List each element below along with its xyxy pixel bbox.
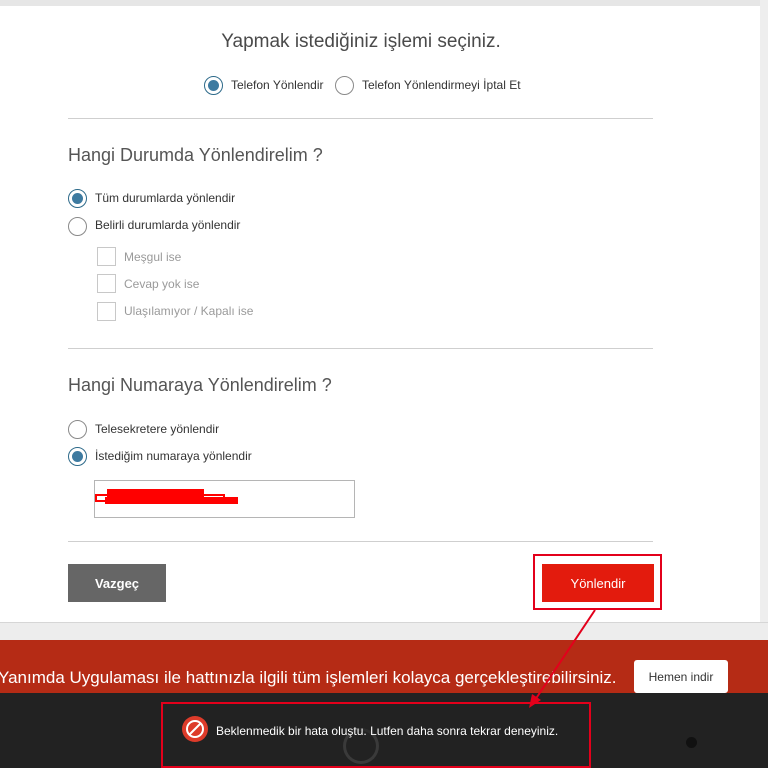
radio-belirli-durumlar[interactable]	[68, 217, 87, 236]
cancel-button[interactable]: Vazgeç	[68, 564, 166, 602]
section-title-condition: Hangi Durumda Yönlendirelim ?	[68, 145, 323, 165]
radio-yonlendirme-iptal[interactable]	[335, 76, 354, 95]
dot-icon	[686, 737, 697, 748]
radio-istedigim-numara[interactable]	[68, 447, 87, 466]
checkbox-mesgul[interactable]	[97, 247, 116, 266]
radio-label-tum-durumlar: Tüm durumlarda yönlendir	[95, 191, 236, 205]
annotation-highlight-submit	[533, 554, 662, 610]
no-entry-icon	[182, 716, 208, 742]
divider-3	[68, 541, 653, 542]
radio-label-istedigim-numara: İstediğim numaraya yönlendir	[95, 449, 252, 463]
checkbox-label-cevap-yok: Cevap yok ise	[124, 277, 200, 291]
page-bottom-gutter	[0, 622, 768, 640]
checkbox-ulasilamiyor[interactable]	[97, 302, 116, 321]
radio-telefon-yonlendir[interactable]	[204, 76, 223, 95]
radio-tum-durumlar[interactable]	[68, 189, 87, 208]
radio-label-telesekreter: Telesekretere yönlendir	[95, 422, 220, 436]
download-app-button[interactable]: Hemen indir	[634, 660, 728, 693]
page-title: Yapmak istediğiniz işlemi seçiniz.	[221, 31, 501, 52]
checkbox-cevap-yok[interactable]	[97, 274, 116, 293]
checkbox-label-ulasilamiyor: Ulaşılamıyor / Kapalı ise	[124, 304, 254, 318]
app-promo-text: Yanımda Uygulaması ile hattınızla ilgili…	[0, 668, 617, 687]
radio-telesekreter[interactable]	[68, 420, 87, 439]
radio-label-belirli-durumlar: Belirli durumlarda yönlendir	[95, 218, 241, 232]
divider-2	[68, 348, 653, 349]
radio-label-telefon-yonlendir: Telefon Yönlendir	[231, 78, 324, 92]
section-title-number: Hangi Numaraya Yönlendirelim ?	[68, 375, 332, 395]
page-top-strip	[0, 0, 768, 6]
checkbox-label-mesgul: Meşgul ise	[124, 250, 182, 264]
redaction-mark	[105, 497, 238, 504]
page-right-gutter	[760, 0, 768, 625]
divider-1	[68, 118, 653, 119]
error-message: Beklenmedik bir hata oluştu. Lutfen daha…	[216, 724, 559, 738]
radio-label-yonlendirme-iptal: Telefon Yönlendirmeyi İptal Et	[362, 78, 521, 92]
